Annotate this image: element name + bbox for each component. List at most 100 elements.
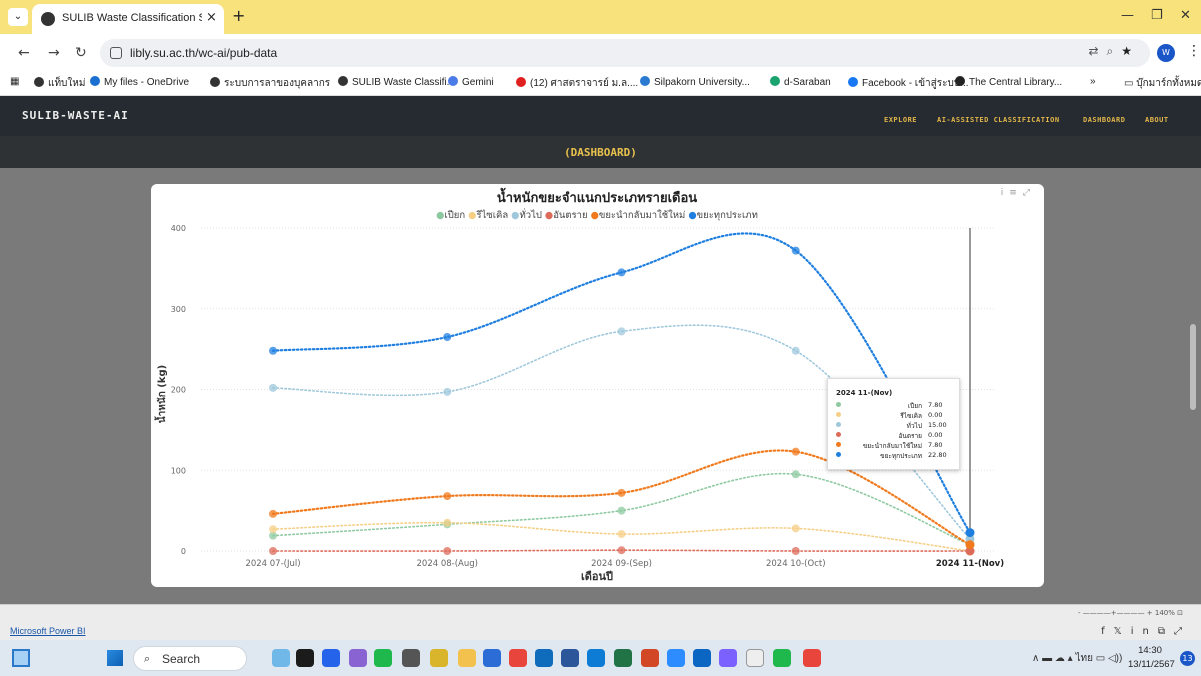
vscode-icon[interactable]: [430, 649, 448, 667]
info-icon[interactable]: i: [1001, 188, 1010, 198]
word-icon[interactable]: [561, 649, 579, 667]
data-point[interactable]: [443, 333, 452, 342]
data-point[interactable]: [443, 518, 452, 527]
excel-icon[interactable]: [614, 649, 632, 667]
report-scrollbar[interactable]: [1190, 324, 1196, 410]
forward-icon[interactable]: →: [48, 45, 60, 61]
zoom-icon[interactable]: ⌕: [1107, 44, 1122, 58]
app-icon[interactable]: [719, 649, 737, 667]
facebook-share-icon[interactable]: f: [1101, 626, 1114, 637]
input-language[interactable]: ไทย: [1075, 653, 1092, 664]
legend-dot-icon[interactable]: ●: [588, 210, 599, 221]
chart-visual[interactable]: น้ำหนักขยะจำแนกประเภทรายเดือน ●เปียก ●รี…: [151, 184, 1044, 587]
close-tab-icon[interactable]: ×: [206, 10, 217, 25]
powerbi-link[interactable]: Microsoft Power BI: [10, 626, 86, 636]
messenger-icon[interactable]: [693, 649, 711, 667]
filter-icon[interactable]: ≡: [1009, 188, 1023, 198]
zoom-icon[interactable]: [667, 649, 685, 667]
copilot-icon[interactable]: [483, 649, 501, 667]
legend-dot-icon[interactable]: ●: [436, 210, 444, 221]
bookmark-item[interactable]: แท็บใหม่: [34, 76, 85, 91]
url-text[interactable]: libly.su.ac.th/wc-ai/pub-data: [130, 46, 277, 60]
data-point[interactable]: [269, 525, 277, 534]
legend-item[interactable]: อันตราย: [553, 210, 587, 221]
line-app-icon[interactable]: [374, 649, 392, 667]
share-icons[interactable]: f𝕏in⧉⤢: [1101, 626, 1191, 637]
bookmark-item[interactable]: Silpakorn University...: [640, 76, 750, 88]
clock[interactable]: 14:30 13/11/2567: [1128, 644, 1175, 672]
taskbar-search[interactable]: ⌕ Search: [133, 646, 247, 671]
task-view-icon[interactable]: [296, 649, 314, 667]
tab-search-button[interactable]: ⌄: [8, 8, 28, 26]
data-point[interactable]: [791, 547, 800, 555]
data-point[interactable]: [791, 524, 800, 533]
omnibox-actions[interactable]: ⇄⌕★: [1088, 44, 1140, 59]
start-icon[interactable]: [107, 650, 123, 666]
chat-icon[interactable]: [322, 649, 340, 667]
chrome-icon[interactable]: [509, 649, 527, 667]
data-point[interactable]: [269, 383, 277, 392]
bookmark-item[interactable]: (12) ศาสตราจารย์ ม.ล....: [516, 76, 638, 91]
twitter-share-icon[interactable]: 𝕏: [1114, 626, 1131, 637]
data-point[interactable]: [617, 530, 626, 539]
chrome-active-icon[interactable]: [803, 649, 821, 667]
notification-badge[interactable]: 13: [1180, 651, 1195, 666]
new-tab-button[interactable]: +: [232, 8, 245, 24]
legend-item[interactable]: รีไซเคิล: [475, 209, 508, 221]
file-explorer-icon[interactable]: [458, 649, 476, 667]
data-point[interactable]: [965, 540, 975, 550]
data-point[interactable]: [791, 246, 800, 255]
zoom-slider[interactable]: - ————+———— + 140% ⊡: [1078, 609, 1183, 617]
nav-dashboard[interactable]: DASHBOARD: [1083, 116, 1125, 124]
data-point[interactable]: [617, 327, 626, 336]
minimize-icon[interactable]: —: [1121, 8, 1134, 23]
data-point[interactable]: [617, 506, 626, 515]
legend-item[interactable]: ทั่วไป: [519, 208, 541, 221]
bookmark-item[interactable]: My files - OneDrive: [90, 76, 189, 88]
legend-item[interactable]: ขยะทุกประเภท: [697, 210, 758, 221]
data-point[interactable]: [617, 546, 626, 555]
legend-dot-icon[interactable]: ●: [685, 210, 696, 221]
nav-explore[interactable]: EXPLORE: [884, 116, 917, 124]
linkedin-share-icon[interactable]: in: [1131, 626, 1158, 637]
active-tab[interactable]: SULIB Waste Classification Syste ×: [32, 4, 224, 34]
data-point[interactable]: [443, 387, 452, 396]
data-point[interactable]: [791, 346, 800, 355]
legend-dot-icon[interactable]: ●: [508, 210, 519, 221]
back-icon[interactable]: ←: [18, 45, 30, 61]
app-logo[interactable]: SULIB-WASTE-AI: [22, 109, 129, 122]
legend-item[interactable]: ขยะนำกลับมาใช้ใหม่: [599, 209, 685, 221]
data-point[interactable]: [791, 470, 800, 479]
edge-icon[interactable]: [587, 649, 605, 667]
data-point[interactable]: [443, 547, 452, 555]
site-info-icon[interactable]: [110, 47, 122, 59]
bookmark-star-icon[interactable]: ★: [1121, 44, 1140, 58]
camera-icon[interactable]: [402, 649, 420, 667]
weather-icon[interactable]: [272, 649, 290, 667]
bookmark-item[interactable]: SULIB Waste Classifi...: [338, 76, 455, 88]
focus-mode-icon[interactable]: ⤢: [1023, 188, 1036, 198]
close-window-icon[interactable]: ✕: [1180, 8, 1191, 23]
powerpoint-icon[interactable]: [641, 649, 659, 667]
more-menu-icon[interactable]: ⋮: [1187, 43, 1201, 59]
legend-dot-icon[interactable]: ●: [465, 210, 476, 221]
data-point[interactable]: [443, 492, 452, 501]
all-bookmarks-folder[interactable]: ▭ บุ๊กมาร์กทั้งหมด: [1124, 76, 1201, 91]
profile-avatar[interactable]: W: [1157, 44, 1175, 62]
tool-icon[interactable]: [746, 649, 764, 667]
link-icon[interactable]: ⧉: [1158, 626, 1174, 637]
reload-icon[interactable]: ↻: [75, 45, 87, 61]
teams-icon[interactable]: [349, 649, 367, 667]
legend-dot-icon[interactable]: ●: [542, 210, 553, 221]
nav-about[interactable]: ABOUT: [1145, 116, 1169, 124]
bookmark-item[interactable]: The Central Library...: [955, 76, 1062, 88]
nav-ai-classification[interactable]: AI-ASSISTED CLASSIFICATION: [937, 116, 1060, 124]
bookmark-item[interactable]: ระบบการลาของบุคลากร: [210, 76, 330, 91]
omnibox[interactable]: libly.su.ac.th/wc-ai/pub-data ⇄⌕★: [100, 39, 1150, 67]
translate-icon[interactable]: ⇄: [1088, 44, 1106, 58]
data-point[interactable]: [791, 447, 800, 456]
apps-grid-icon[interactable]: ▦: [10, 76, 19, 87]
more-bookmarks-button[interactable]: »: [1090, 76, 1096, 87]
data-point[interactable]: [617, 268, 626, 277]
bookmark-item[interactable]: Gemini: [448, 76, 494, 88]
